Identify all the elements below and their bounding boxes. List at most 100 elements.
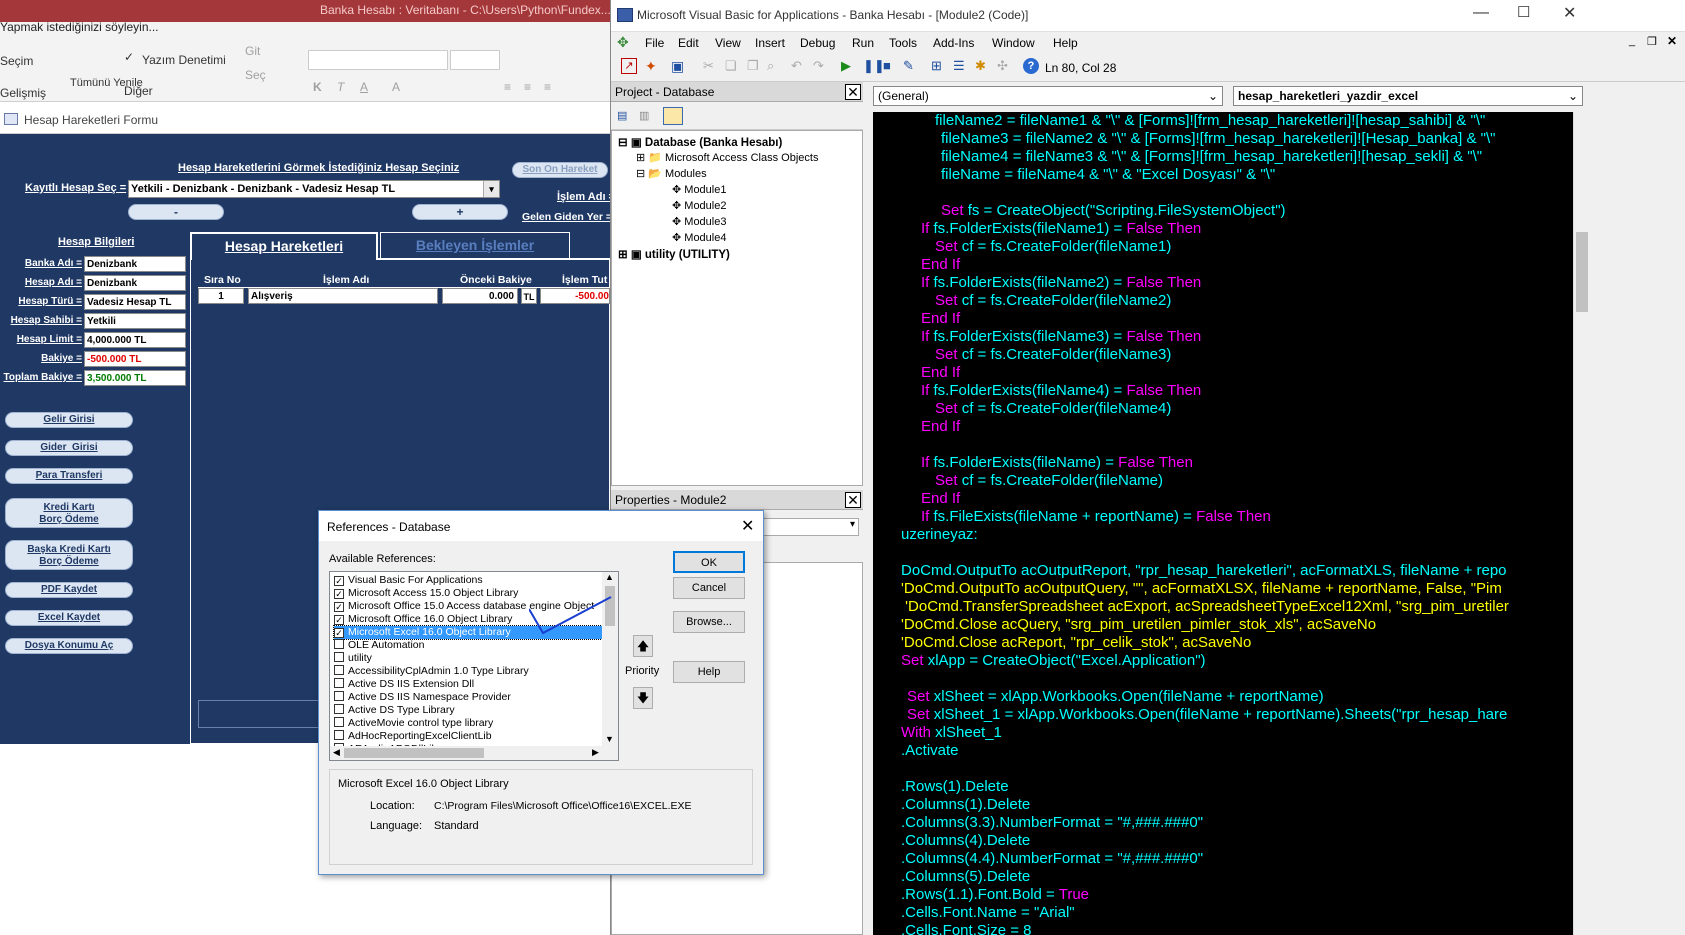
break-icon[interactable]: ❚❚ bbox=[863, 58, 885, 74]
tree-modules[interactable]: ⊟ 📂 Modules bbox=[636, 167, 707, 180]
ribbon-spelling[interactable]: Yazım Denetimi bbox=[142, 53, 226, 67]
cancel-button[interactable]: Cancel bbox=[673, 577, 745, 599]
row-name[interactable]: Alışveriş bbox=[248, 288, 438, 304]
minimize-icon[interactable]: — bbox=[1473, 4, 1489, 22]
code-line[interactable]: Set fs = CreateObject("Scripting.FileSys… bbox=[941, 202, 1286, 220]
plus-button[interactable]: + bbox=[412, 204, 508, 220]
code-line[interactable]: With xlSheet_1 bbox=[901, 724, 1002, 742]
dialog-close-icon[interactable]: ✕ bbox=[741, 516, 754, 536]
code-line[interactable]: Set cf = fs.CreateFolder(fileName) bbox=[935, 472, 1163, 490]
code-line[interactable]: Set cf = fs.CreateFolder(fileName3) bbox=[935, 346, 1171, 364]
tab-hesap-hareketleri[interactable]: Hesap Hareketleri bbox=[190, 232, 378, 260]
code-line[interactable]: If fs.FolderExists(fileName) = False The… bbox=[921, 454, 1193, 472]
table-row[interactable]: 1 Alışveriş 0.000 TL -500.00 bbox=[198, 287, 610, 305]
form-action-button[interactable]: Para Transferi bbox=[5, 468, 133, 484]
find-icon[interactable]: ⌕ bbox=[767, 58, 774, 74]
info-value[interactable]: 3,500.000 TL bbox=[84, 370, 186, 386]
reference-checkbox[interactable]: ✓ bbox=[334, 602, 344, 612]
info-value[interactable]: -500.000 TL bbox=[84, 351, 186, 367]
underline-icon[interactable]: A bbox=[360, 80, 368, 94]
code-line[interactable]: End If bbox=[921, 418, 960, 436]
reference-item[interactable]: ActiveMovie control type library bbox=[334, 717, 602, 730]
code-line[interactable]: .Columns(3.3).NumberFormat = "#,###.###0… bbox=[901, 814, 1203, 832]
code-line[interactable]: 'DoCmd.TransferSpreadsheet acExport, acS… bbox=[901, 598, 1509, 616]
toggle-folders-icon[interactable] bbox=[663, 107, 683, 125]
font-name-box[interactable] bbox=[308, 50, 448, 70]
code-line[interactable]: .Columns(4).Delete bbox=[901, 832, 1030, 850]
tree-module1[interactable]: ✥ Module1 bbox=[672, 183, 726, 196]
menu-tools[interactable]: Tools bbox=[889, 36, 917, 50]
code-line[interactable]: .Cells.Font.Size = 8 bbox=[901, 922, 1031, 935]
toolbox-icon[interactable]: ✣ bbox=[997, 58, 1008, 74]
row-currency[interactable]: TL bbox=[521, 288, 537, 304]
code-line[interactable]: If fs.FolderExists(fileName3) = False Th… bbox=[921, 328, 1201, 346]
tree-module4[interactable]: ✥ Module4 bbox=[672, 231, 726, 244]
code-line[interactable]: DoCmd.OutputTo acOutputReport, "rpr_hesa… bbox=[901, 562, 1507, 580]
menu-help[interactable]: Help bbox=[1053, 36, 1078, 50]
saved-account-combo[interactable]: Yetkili - Denizbank - Denizbank - Vadesi… bbox=[128, 180, 500, 198]
insert-module-icon[interactable]: ✦ bbox=[645, 58, 657, 75]
scroll-left-icon[interactable]: ◀ bbox=[333, 747, 340, 758]
reference-item[interactable]: OLE Automation bbox=[334, 639, 602, 652]
menu-window[interactable]: Window bbox=[992, 36, 1035, 50]
reference-checkbox[interactable]: ✓ bbox=[334, 589, 344, 599]
code-line[interactable]: fileName = fileName4 & "\" & "Excel Dosy… bbox=[941, 166, 1275, 184]
project-close-icon[interactable]: ✕ bbox=[845, 84, 861, 100]
reference-checkbox[interactable] bbox=[334, 678, 344, 688]
properties-close-icon[interactable]: ✕ bbox=[845, 492, 861, 508]
reference-checkbox[interactable]: ✓ bbox=[334, 615, 344, 625]
scroll-down-icon[interactable]: ▼ bbox=[605, 734, 614, 744]
copy-icon[interactable]: ❏ bbox=[725, 58, 737, 74]
reference-item[interactable]: ✓ Visual Basic For Applications bbox=[334, 574, 602, 587]
form-action-button[interactable]: Gider Girisi bbox=[5, 440, 133, 456]
align-left-icon[interactable]: ≡ bbox=[504, 80, 511, 94]
code-line[interactable]: End If bbox=[921, 310, 960, 328]
view-object-icon[interactable]: ▥ bbox=[639, 109, 649, 122]
last-ten-transactions-button[interactable]: Son On Hareket bbox=[512, 162, 608, 178]
form-action-button[interactable]: Başka Kredi Kartı Borç Ödeme bbox=[5, 540, 133, 570]
project-explorer-icon[interactable]: ⊞ bbox=[931, 58, 942, 74]
reference-item[interactable]: Active DS Type Library bbox=[334, 704, 602, 717]
align-center-icon[interactable]: ≡ bbox=[524, 80, 531, 94]
minus-button[interactable]: - bbox=[128, 204, 224, 220]
code-line[interactable]: If fs.FolderExists(fileName4) = False Th… bbox=[921, 382, 1201, 400]
tree-module3[interactable]: ✥ Module3 bbox=[672, 215, 726, 228]
priority-down-button[interactable]: 🡇 bbox=[633, 687, 653, 709]
reference-checkbox[interactable] bbox=[334, 652, 344, 662]
reference-checkbox[interactable]: ✓ bbox=[334, 576, 344, 586]
form-action-button[interactable]: Dosya Konumu Aç bbox=[5, 638, 133, 654]
chevron-down-icon[interactable]: ▾ bbox=[483, 181, 499, 197]
code-line[interactable]: .Activate bbox=[901, 742, 959, 760]
reference-item[interactable]: AccessibilityCplAdmin 1.0 Type Library bbox=[334, 665, 602, 678]
code-line[interactable]: uzerineyaz: bbox=[901, 526, 978, 544]
code-line[interactable]: Set cf = fs.CreateFolder(fileName4) bbox=[935, 400, 1171, 418]
reference-item[interactable]: Active DS IIS Extension Dll bbox=[334, 678, 602, 691]
code-line[interactable]: .Rows(1).Delete bbox=[901, 778, 1009, 796]
row-no[interactable]: 1 bbox=[198, 288, 244, 304]
menu-addins[interactable]: Add-Ins bbox=[933, 36, 974, 50]
tree-utility[interactable]: ⊞ ▣ utility (UTILITY) bbox=[618, 247, 730, 261]
code-line[interactable]: If fs.FolderExists(fileName2) = False Th… bbox=[921, 274, 1201, 292]
chevron-down-icon[interactable]: ⌄ bbox=[1568, 87, 1578, 105]
browse-button[interactable]: Browse... bbox=[673, 611, 745, 633]
redo-icon[interactable]: ↷ bbox=[813, 58, 824, 74]
row-prev-balance[interactable]: 0.000 bbox=[442, 288, 518, 304]
ribbon-select[interactable]: Seç bbox=[245, 68, 266, 82]
form-action-button[interactable]: Excel Kaydet bbox=[5, 610, 133, 626]
child-restore-icon[interactable]: ❐ bbox=[1647, 35, 1657, 48]
code-line[interactable]: 'DoCmd.Close acQuery, "srg_pim_uretilen_… bbox=[901, 616, 1376, 634]
references-hscroll[interactable]: ◀ ▶ bbox=[330, 746, 618, 760]
object-combo[interactable]: (General) ⌄ bbox=[873, 86, 1223, 106]
align-right-icon[interactable]: ≡ bbox=[544, 80, 551, 94]
menu-debug[interactable]: Debug bbox=[800, 36, 835, 50]
menu-run[interactable]: Run bbox=[852, 36, 874, 50]
child-close-icon[interactable]: ✕ bbox=[1667, 34, 1677, 48]
help-button[interactable]: Help bbox=[673, 661, 745, 683]
close-icon[interactable]: ✕ bbox=[1563, 3, 1576, 23]
view-access-icon[interactable]: ↗ bbox=[621, 58, 637, 74]
code-line[interactable]: 'DoCmd.Close acReport, "rpr_celik_stok",… bbox=[901, 634, 1251, 652]
italic-icon[interactable]: T bbox=[337, 80, 344, 94]
code-line[interactable]: Set cf = fs.CreateFolder(fileName2) bbox=[935, 292, 1171, 310]
code-line[interactable]: fileName4 = fileName3 & "\" & [Forms]![f… bbox=[941, 148, 1482, 166]
ribbon-selection[interactable]: Seçim bbox=[0, 54, 33, 68]
